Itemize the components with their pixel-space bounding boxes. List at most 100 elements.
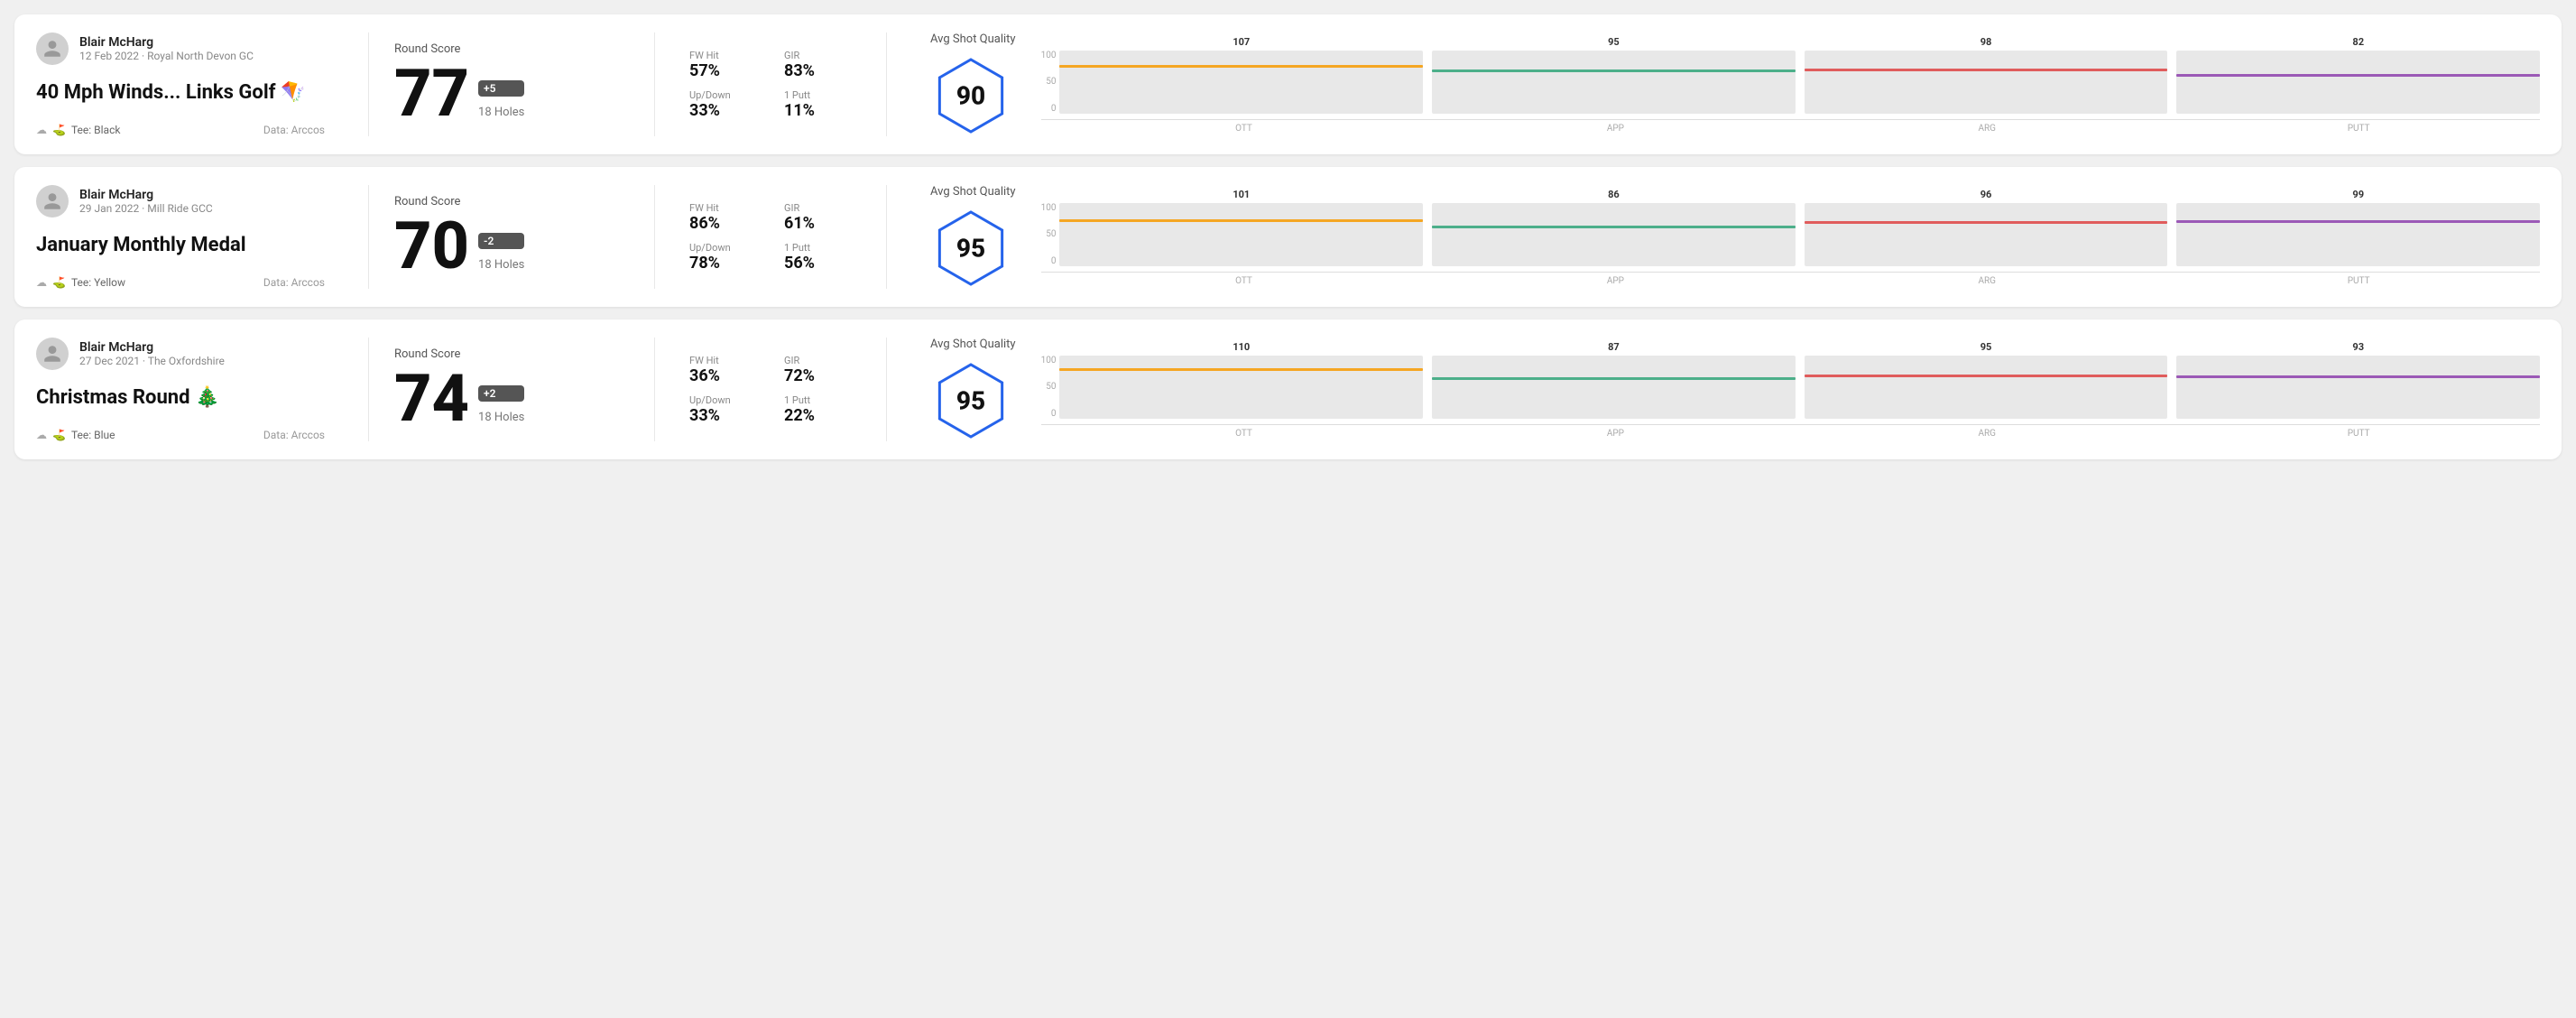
- card-footer: ☁⛳Tee: BlackData: Arccos: [36, 124, 325, 136]
- quality-section: Avg Shot Quality95100500110879593OTTAPPA…: [912, 338, 2540, 441]
- stat-oneputt-label: 1 Putt: [784, 394, 861, 406]
- stat-gir: GIR72%: [784, 355, 861, 385]
- user-info: Blair McHarg29 Jan 2022 · Mill Ride GCC: [79, 188, 213, 215]
- bar-background: [1059, 203, 1423, 266]
- stat-gir: GIR83%: [784, 50, 861, 80]
- divider: [654, 185, 655, 289]
- stat-updown: Up/Down33%: [689, 89, 766, 120]
- data-source: Data: Arccos: [263, 429, 325, 441]
- divider: [886, 32, 887, 136]
- quality-label: Avg Shot Quality: [930, 185, 1016, 199]
- bar-top-value: 82: [2352, 36, 2364, 48]
- stat-updown-label: Up/Down: [689, 394, 766, 406]
- divider: [654, 338, 655, 441]
- stat-oneputt: 1 Putt11%: [784, 89, 861, 120]
- divider: [368, 185, 369, 289]
- bar-top-value: 95: [1980, 341, 1992, 353]
- chart-x-label: PUTT: [2177, 429, 2540, 439]
- data-source: Data: Arccos: [263, 124, 325, 136]
- stat-oneputt: 1 Putt56%: [784, 242, 861, 273]
- bar-indicator: [1059, 219, 1423, 222]
- weather-icon: ☁: [36, 124, 47, 136]
- card-left: Blair McHarg29 Jan 2022 · Mill Ride GCC J…: [36, 185, 343, 289]
- bar-indicator: [2176, 74, 2540, 77]
- stat-updown-label: Up/Down: [689, 242, 766, 254]
- stat-oneputt-label: 1 Putt: [784, 89, 861, 101]
- user-name: Blair McHarg: [79, 35, 254, 50]
- bar-top-value: 93: [2352, 341, 2364, 353]
- score-label: Round Score: [394, 42, 629, 56]
- hexagon-container: 95: [930, 208, 1011, 289]
- bar-background: [1059, 356, 1423, 419]
- score-extra: +518 Holes: [478, 80, 524, 126]
- stats-section: FW Hit36%GIR72%Up/Down33%1 Putt22%: [680, 338, 861, 441]
- avatar: [36, 32, 69, 65]
- bar-indicator: [2176, 375, 2540, 378]
- quality-left: Avg Shot Quality 95: [930, 185, 1016, 289]
- score-badge: +5: [478, 80, 524, 97]
- bar-indicator: [2176, 220, 2540, 223]
- hexagon-container: 95: [930, 360, 1011, 441]
- divider: [886, 185, 887, 289]
- bar-indicator: [1059, 368, 1423, 371]
- chart-x-label: OTT: [1063, 429, 1426, 439]
- bar-background: [1805, 356, 2168, 419]
- bar-top-value: 107: [1233, 36, 1250, 48]
- bar-indicator: [1805, 69, 2168, 71]
- chart-x-label: OTT: [1063, 124, 1426, 134]
- bar-background: [1805, 203, 2168, 266]
- user-name: Blair McHarg: [79, 188, 213, 202]
- score-badge: -2: [478, 233, 524, 249]
- bar-background: [1432, 356, 1796, 419]
- bar-top-value: 96: [1980, 189, 1992, 200]
- bar-column: 96: [1805, 203, 2168, 266]
- user-date-course: 12 Feb 2022 · Royal North Devon GC: [79, 50, 254, 62]
- tee-label: Tee: Black: [71, 124, 120, 136]
- stat-updown-label: Up/Down: [689, 89, 766, 101]
- chart-x-label: APP: [1434, 276, 1796, 286]
- round-title: January Monthly Medal: [36, 234, 325, 256]
- quality-score: 95: [956, 234, 985, 264]
- user-date-course: 27 Dec 2021 · The Oxfordshire: [79, 355, 225, 367]
- stat-gir-label: GIR: [784, 355, 861, 366]
- chart-x-label: ARG: [1805, 429, 2168, 439]
- user-info: Blair McHarg12 Feb 2022 · Royal North De…: [79, 35, 254, 62]
- bar-top-value: 110: [1233, 341, 1250, 353]
- bar-top-value: 87: [1608, 341, 1620, 353]
- bar-top-value: 98: [1980, 36, 1992, 48]
- bar-background: [1432, 203, 1796, 266]
- bar-indicator: [1432, 69, 1796, 72]
- bar-indicator: [1432, 377, 1796, 380]
- stats-section: FW Hit86%GIR61%Up/Down78%1 Putt56%: [680, 185, 861, 289]
- score-extra: -218 Holes: [478, 233, 524, 279]
- stat-gir-value: 72%: [784, 366, 861, 385]
- stat-oneputt-value: 22%: [784, 406, 861, 425]
- score-extra: +218 Holes: [478, 385, 524, 431]
- golf-bag-icon: ⛳: [52, 276, 66, 289]
- score-section: Round Score 77+518 Holes: [394, 32, 629, 136]
- quality-section: Avg Shot Quality95100500101869699OTTAPPA…: [912, 185, 2540, 289]
- bar-background: [1059, 51, 1423, 114]
- stat-oneputt: 1 Putt22%: [784, 394, 861, 425]
- bar-column: 107: [1059, 51, 1423, 114]
- bar-column: 99: [2176, 203, 2540, 266]
- bar-column: 95: [1432, 51, 1796, 114]
- score-section: Round Score70-218 Holes: [394, 185, 629, 289]
- stat-grid: FW Hit86%GIR61%Up/Down78%1 Putt56%: [689, 202, 861, 273]
- avatar: [36, 338, 69, 370]
- score-label: Round Score: [394, 347, 629, 361]
- score-row: 74+218 Holes: [394, 366, 629, 431]
- score-row: 77+518 Holes: [394, 61, 629, 126]
- divider: [654, 32, 655, 136]
- stat-oneputt-value: 56%: [784, 254, 861, 273]
- score-number: 70: [394, 214, 469, 279]
- round-title: Christmas Round 🎄: [36, 386, 325, 409]
- user-name: Blair McHarg: [79, 340, 225, 355]
- score-row: 70-218 Holes: [394, 214, 629, 279]
- bar-column: 87: [1432, 356, 1796, 419]
- stat-grid: FW Hit36%GIR72%Up/Down33%1 Putt22%: [689, 355, 861, 425]
- stat-updown-value: 78%: [689, 254, 766, 273]
- hexagon-container: 90: [930, 55, 1011, 136]
- stat-gir-label: GIR: [784, 202, 861, 214]
- quality-left: Avg Shot Quality95: [930, 338, 1016, 441]
